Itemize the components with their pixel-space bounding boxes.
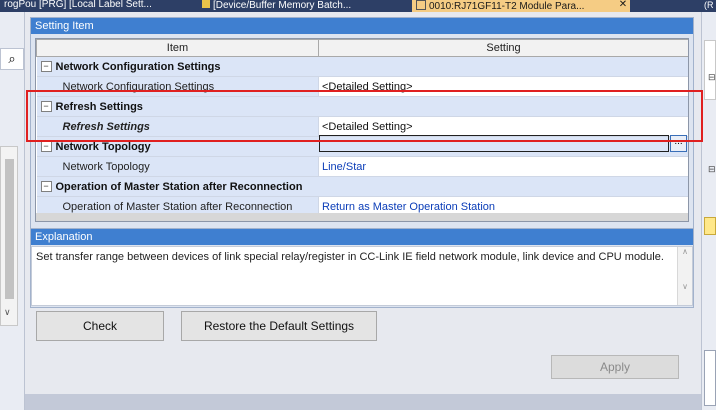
check-button[interactable]: Check bbox=[36, 311, 164, 341]
scroll-down-icon[interactable]: ∨ bbox=[4, 307, 11, 318]
explanation-text: Set transfer range between devices of li… bbox=[31, 246, 693, 306]
explanation-panel: Explanation Set transfer range between d… bbox=[30, 228, 694, 308]
column-header-item[interactable]: Item bbox=[36, 39, 319, 57]
left-scroll-thumb[interactable] bbox=[5, 159, 14, 299]
tab-list-icon[interactable]: (R bbox=[704, 0, 716, 12]
right-list-box bbox=[704, 350, 716, 406]
module-parameter-dialog: Setting Item Item Setting − Network Confi… bbox=[25, 12, 703, 410]
setting-item-header: Setting Item bbox=[31, 18, 693, 34]
setting-value[interactable]: Line/Star bbox=[320, 161, 366, 173]
right-panel: ⊟ ⊟ bbox=[701, 12, 716, 410]
setting-value[interactable]: Return as Master Operation Station bbox=[320, 201, 495, 213]
setting-row-network-topology[interactable]: Network Topology Line/Star bbox=[36, 156, 688, 177]
collapse-icon[interactable]: − bbox=[40, 181, 52, 193]
right-panel-box bbox=[704, 40, 716, 100]
collapse-icon[interactable]: − bbox=[40, 61, 52, 73]
close-tab-icon[interactable]: ✕ bbox=[616, 0, 630, 12]
tab-program-pou[interactable]: rogPou [PRG] [Local Label Sett... bbox=[0, 0, 190, 12]
collapse-icon[interactable]: − bbox=[40, 141, 52, 153]
restore-defaults-button[interactable]: Restore the Default Settings bbox=[181, 311, 377, 341]
status-bar bbox=[25, 394, 701, 410]
binoculars-icon[interactable]: ⌕ bbox=[0, 48, 24, 70]
apply-button[interactable]: Apply bbox=[551, 355, 679, 379]
left-panel: ⌕ ∨ bbox=[0, 12, 25, 410]
tab-module-parameter[interactable]: 0010:RJ71GF11-T2 Module Para... bbox=[412, 0, 616, 12]
category-row-network-configuration[interactable]: − Network Configuration Settings bbox=[36, 56, 688, 77]
scroll-down-icon[interactable]: ∨ bbox=[678, 282, 692, 291]
module-tab-icon bbox=[416, 0, 426, 10]
category-row-master-station[interactable]: − Operation of Master Station after Recon… bbox=[36, 176, 688, 197]
tree-expander-icon-2[interactable]: ⊟ bbox=[708, 164, 716, 175]
grid-horizontal-scrollbar[interactable] bbox=[36, 213, 688, 221]
right-highlight-box bbox=[704, 217, 716, 235]
tab-device-buffer-memory[interactable]: [Device/Buffer Memory Batch... bbox=[198, 0, 406, 12]
highlight-frame bbox=[26, 90, 703, 142]
left-scrollbar[interactable]: ∨ bbox=[0, 146, 18, 326]
explanation-header: Explanation bbox=[31, 229, 693, 245]
column-header-setting[interactable]: Setting bbox=[318, 39, 688, 57]
scroll-up-icon[interactable]: ∧ bbox=[678, 247, 692, 256]
explanation-scrollbar[interactable]: ∧ ∨ bbox=[677, 247, 692, 305]
tree-expander-icon[interactable]: ⊟ bbox=[708, 72, 716, 83]
tab-icon bbox=[202, 0, 210, 8]
